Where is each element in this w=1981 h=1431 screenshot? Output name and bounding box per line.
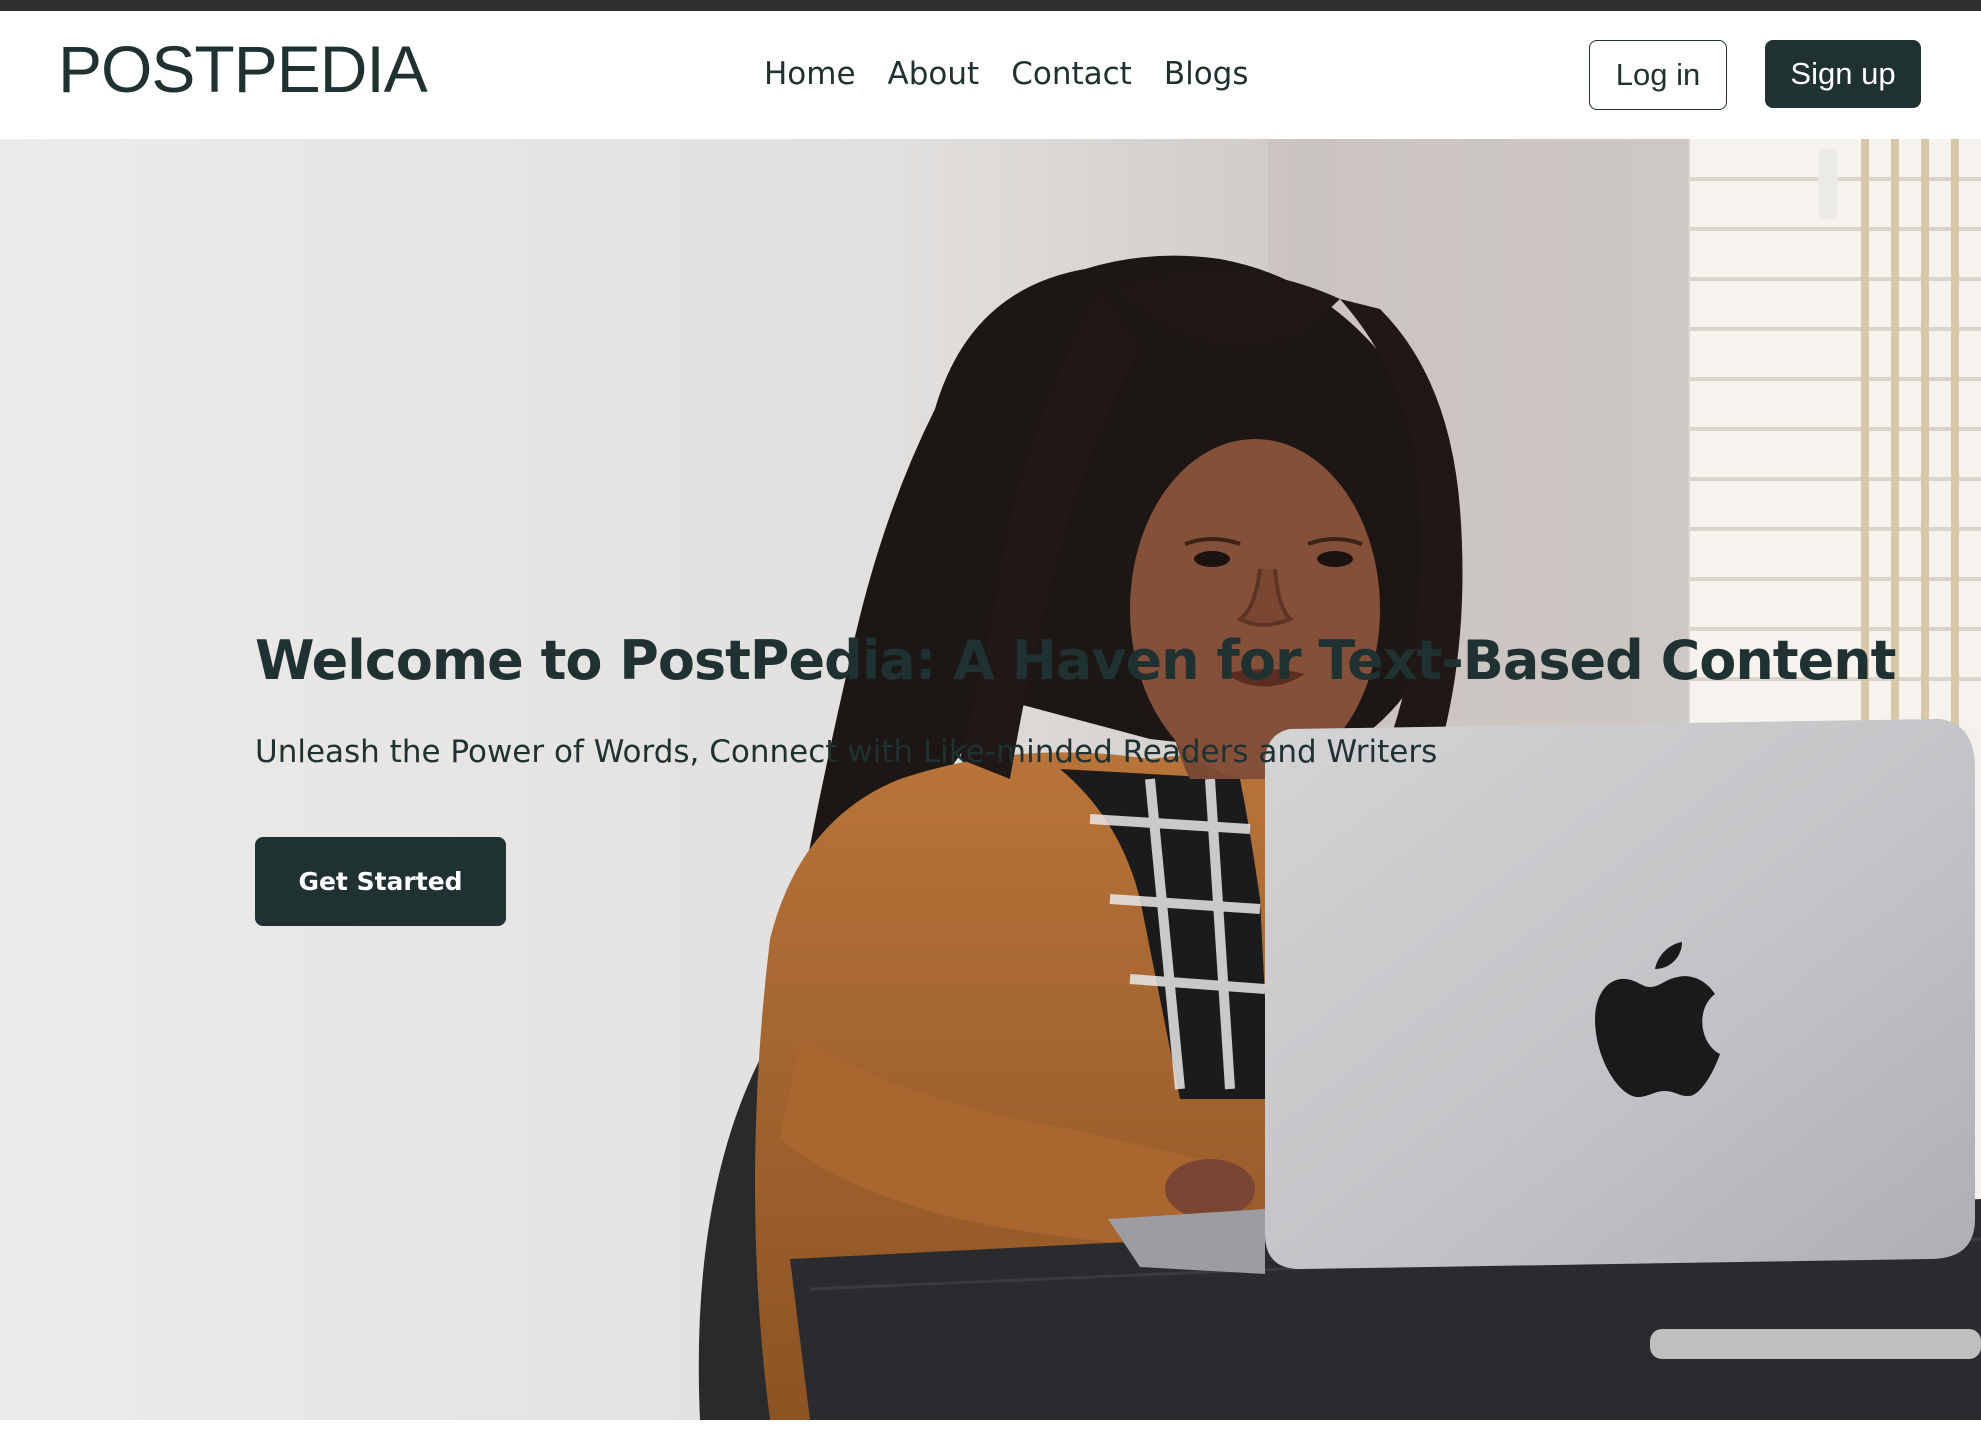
nav-contact-link[interactable]: Contact — [1011, 56, 1132, 93]
login-button[interactable]: Log in — [1589, 40, 1727, 110]
nav-about-link[interactable]: About — [888, 56, 980, 93]
hero-section: Welcome to PostPedia: A Haven for Text-B… — [0, 139, 1981, 1420]
hero-subtitle: Unleash the Power of Words, Connect with… — [255, 734, 1438, 770]
get-started-button[interactable]: Get Started — [255, 837, 506, 926]
page-bottom-strip — [0, 1420, 1981, 1431]
navbar: POSTPEDIA Home About Contact Blogs Log i… — [0, 11, 1981, 139]
browser-top-strip — [0, 0, 1981, 11]
signup-button[interactable]: Sign up — [1765, 40, 1921, 108]
hero-title: Welcome to PostPedia: A Haven for Text-B… — [255, 629, 1896, 692]
main-nav: Home About Contact Blogs — [764, 56, 1249, 93]
nav-home-link[interactable]: Home — [764, 56, 856, 93]
nav-blogs-link[interactable]: Blogs — [1164, 56, 1249, 93]
hero-background-photo — [0, 139, 1981, 1420]
site-logo[interactable]: POSTPEDIA — [58, 36, 428, 102]
